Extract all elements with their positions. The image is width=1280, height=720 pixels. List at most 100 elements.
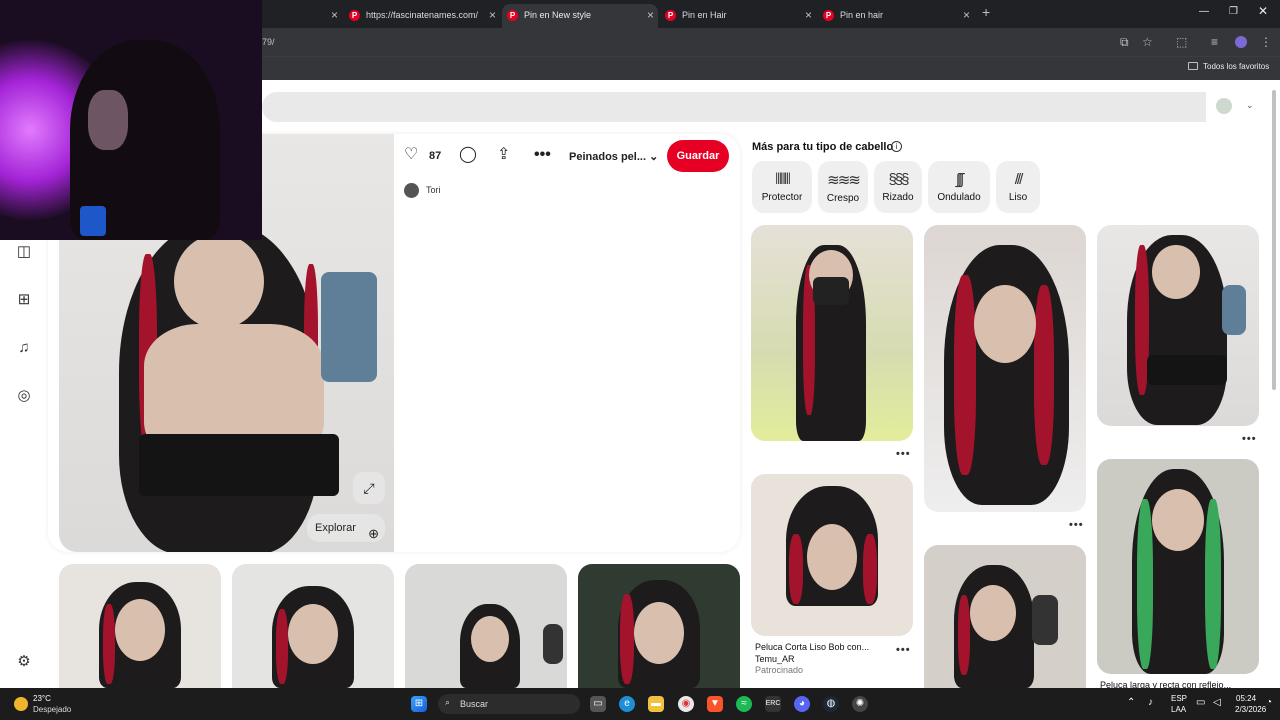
author-avatar[interactable] [404,183,419,198]
notification-bell-icon[interactable]: ◔ [1266,697,1272,708]
settings-gear-icon[interactable]: ⚙ [15,653,33,671]
display-icon[interactable]: ▭ [1196,697,1205,708]
pin-thumbnail[interactable] [405,564,567,688]
close-tab-icon[interactable]: × [647,8,654,22]
board-select[interactable]: Peinados pel... ⌄ [569,150,658,163]
weather-desc[interactable]: Despejado [33,705,71,714]
clock-date[interactable]: 2/3/2026 [1235,705,1266,714]
file-explorer-icon[interactable]: ▬ [648,696,664,712]
scrollbar[interactable] [1272,90,1276,390]
ad-thumbnail[interactable] [751,474,913,636]
app-icon[interactable]: ✺ [852,696,868,712]
taskbar [0,688,1280,720]
pin-thumbnail[interactable] [1097,225,1259,426]
browser-tab[interactable]: P https://fascinatenames.com/ × [344,4,500,28]
url-text[interactable]: 79/ [262,37,275,47]
profile-avatar[interactable] [1235,36,1247,48]
steam-icon[interactable]: ◍ [823,696,839,712]
chip-rizado[interactable]: §§§ Rizado [874,161,922,213]
clock-time[interactable]: 05:24 [1236,694,1256,703]
extensions-icon[interactable]: ⬚ [1176,35,1187,49]
close-window-icon[interactable]: ✕ [1258,4,1268,18]
chrome-icon[interactable]: ◉ [678,696,694,712]
pin-thumbnail[interactable] [578,564,740,688]
chip-label: Protector [761,192,803,203]
pin-thumbnail[interactable] [751,225,913,441]
comment-icon[interactable]: ◯ [459,147,477,163]
browser-tab-active[interactable]: P Pin en New style × [502,4,658,28]
browser-tab[interactable]: × [262,4,342,28]
search-input[interactable] [262,92,1206,122]
tab-title: Pin en hair [840,10,884,20]
volume-icon[interactable]: ◁ [1213,697,1221,708]
share-icon[interactable]: ⇪ [497,147,510,163]
folder-icon [1188,62,1198,70]
author-name[interactable]: Tori [426,185,441,195]
microphone-icon[interactable]: ♪ [1148,697,1153,708]
bookmarks-label: Todos los favoritos [1203,62,1270,71]
like-count: 87 [429,150,442,162]
explore-button[interactable]: Explorar ⊕ [307,514,385,542]
chip-ondulado[interactable]: ∫∫∫ Ondulado [928,161,990,213]
weather-moon-icon [14,697,28,711]
avatar[interactable] [1216,98,1232,114]
browser-tab[interactable]: P Pin en Hair × [660,4,816,28]
info-icon[interactable]: i [891,141,902,152]
taskbar-search-placeholder: Buscar [460,699,489,709]
boards-icon[interactable]: ◫ [15,243,33,261]
spotify-icon[interactable]: ≈ [736,696,752,712]
weather-temp[interactable]: 23°C [33,694,51,703]
ad-title[interactable]: Peluca Corta Liso Bob con... [755,642,869,652]
cast-icon[interactable]: ⧉ [1120,35,1129,50]
close-tab-icon[interactable]: × [963,8,970,22]
chevron-down-icon[interactable]: ⌄ [1246,100,1254,111]
more-options-icon[interactable]: ••• [896,644,911,656]
language-code[interactable]: ESP [1171,694,1187,703]
notifications-bell-icon[interactable]: ♫ [15,339,33,357]
more-options-icon[interactable]: ••• [1242,433,1257,445]
menu-icon[interactable]: ⋮ [1260,35,1272,49]
heart-icon[interactable]: ♡ [404,147,418,163]
chip-protector[interactable]: ⦀⦀⦀ Protector [752,161,812,213]
more-options-icon[interactable]: ••• [534,147,551,163]
pin-thumbnail[interactable] [59,564,221,688]
close-tab-icon[interactable]: × [331,8,338,22]
windows-start-icon[interactable]: ⊞ [411,696,427,712]
explore-label: Explorar [315,522,356,534]
keyboard-layout[interactable]: LAA [1171,705,1186,714]
restore-icon[interactable]: ❐ [1229,6,1238,17]
pin-thumbnail[interactable] [924,545,1086,688]
browser-tab[interactable]: P Pin en hair × [818,4,974,28]
ad-brand[interactable]: Temu_AR [755,654,795,664]
save-button[interactable]: Guardar [667,140,729,172]
chip-crespo[interactable]: ≋≋≋ Crespo [818,161,868,213]
messages-icon[interactable]: ◎ [15,387,33,405]
app-icon[interactable]: ERC [765,696,781,712]
all-bookmarks[interactable]: Todos los favoritos [1188,62,1269,71]
chip-label: Crespo [826,193,860,204]
pin-thumbnail[interactable] [924,225,1086,512]
pin-thumbnail[interactable] [1097,459,1259,674]
more-options-icon[interactable]: ••• [896,448,911,460]
tray-chevron-icon[interactable]: ⌃ [1127,697,1135,708]
create-icon[interactable]: ⊞ [15,291,33,309]
brave-icon[interactable]: ▼ [707,696,723,712]
task-view-icon[interactable]: ▭ [590,696,606,712]
search-icon: ⌕ [445,697,451,707]
curly-hair-icon: §§§ [888,171,909,188]
taskbar-search[interactable]: ⌕ Buscar [438,694,580,714]
reading-list-icon[interactable]: ≡ [1211,35,1218,49]
chip-liso[interactable]: /// Liso [996,161,1040,213]
edge-icon[interactable]: e [619,696,635,712]
chip-label: Ondulado [937,192,981,203]
discord-icon[interactable]: ◕ [794,696,810,712]
minimize-icon[interactable]: — [1199,6,1209,17]
pin-thumbnail[interactable] [232,564,394,688]
close-tab-icon[interactable]: × [805,8,812,22]
new-tab-icon[interactable]: + [982,4,990,20]
close-tab-icon[interactable]: × [489,8,496,22]
bookmark-star-icon[interactable]: ☆ [1142,35,1153,49]
expand-icon[interactable]: ⤢ [353,472,385,504]
more-options-icon[interactable]: ••• [1069,519,1084,531]
tab-title: https://fascinatenames.com/ [366,10,479,20]
